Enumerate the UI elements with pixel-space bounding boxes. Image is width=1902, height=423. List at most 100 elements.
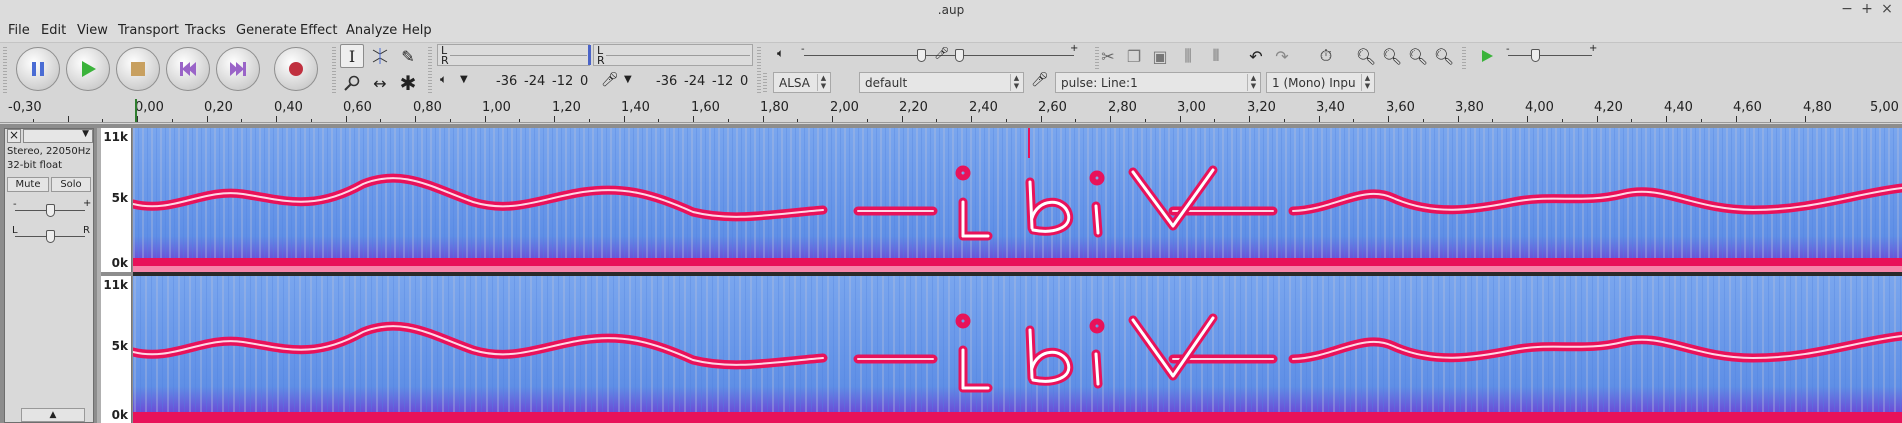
- playback-volume-slider[interactable]: [917, 49, 926, 62]
- play-speed-slider[interactable]: [1531, 49, 1540, 62]
- play-speed-track[interactable]: [1508, 55, 1592, 56]
- stop-button[interactable]: [116, 47, 160, 91]
- play-button[interactable]: [66, 47, 110, 91]
- menu-file[interactable]: File: [8, 23, 30, 38]
- toolbar-grip[interactable]: [763, 73, 767, 93]
- zoom-selection-icon: 🔍︎: [1407, 46, 1429, 66]
- skip-to-start-button[interactable]: [166, 47, 210, 91]
- output-device-value: default: [865, 76, 908, 90]
- input-channels-select[interactable]: 1 (Mono) Inpu ▲ ▼: [1266, 72, 1375, 93]
- envelope-tool[interactable]: [368, 44, 392, 68]
- fit-selection-button[interactable]: 🔍︎: [1406, 44, 1430, 68]
- chevron-down-icon[interactable]: ▼: [624, 74, 632, 85]
- gain-slider[interactable]: [46, 204, 55, 217]
- play-at-speed-button[interactable]: [1475, 44, 1499, 68]
- menu-generate[interactable]: Generate: [236, 23, 297, 38]
- meter-scale-label: 0: [740, 74, 749, 89]
- envelope-icon: [372, 48, 388, 64]
- track-control-panel: × ▼ Stereo, 22050Hz 32-bit float Mute So…: [4, 128, 94, 423]
- solo-button[interactable]: Solo: [51, 177, 91, 192]
- timeshift-tool[interactable]: ↔: [368, 71, 392, 95]
- input-device-select[interactable]: pulse: Line:1 ▲ ▼: [1055, 72, 1261, 93]
- cut-button[interactable]: ✂: [1096, 44, 1120, 68]
- microphone-icon[interactable]: 🎤︎: [601, 72, 619, 88]
- toolbar-grip[interactable]: [3, 47, 7, 93]
- zoom-out-button[interactable]: 🔍︎: [1380, 44, 1404, 68]
- trim-button[interactable]: ⫼: [1176, 44, 1200, 68]
- ruler-tick: [137, 116, 138, 122]
- ruler-tick: [171, 119, 173, 122]
- track-menu-button[interactable]: ▼: [23, 129, 93, 143]
- pan-right-label: R: [83, 225, 90, 236]
- menu-effect[interactable]: Effect: [300, 23, 337, 38]
- track-close-button[interactable]: ×: [7, 129, 21, 143]
- speaker-icon[interactable]: 🔈︎: [440, 72, 447, 87]
- multi-tool[interactable]: ✱: [396, 71, 420, 95]
- meter-scale-label: -36: [496, 74, 518, 89]
- playback-meter[interactable]: L R: [437, 44, 591, 66]
- play-icon: [1482, 50, 1493, 62]
- sync-lock-button[interactable]: ⏱︎: [1314, 44, 1338, 68]
- record-button[interactable]: [274, 47, 318, 91]
- ruler-label: 3,00: [1177, 100, 1206, 115]
- toolbar-grip[interactable]: [428, 47, 432, 93]
- minimize-icon[interactable]: −: [1838, 1, 1856, 17]
- record-icon: [289, 62, 303, 76]
- freq-label-bottom: 0k: [111, 408, 128, 422]
- audio-host-select[interactable]: ALSA ▲ ▼: [773, 72, 831, 93]
- menu-analyze[interactable]: Analyze: [346, 23, 397, 38]
- meter-scale-label: -36: [656, 74, 678, 89]
- input-device-value: pulse: Line:1: [1061, 76, 1138, 90]
- mute-button[interactable]: Mute: [7, 177, 49, 192]
- ruler-label: 4,80: [1803, 100, 1832, 115]
- pencil-icon: ✎: [401, 46, 415, 66]
- ruler-tick: [276, 116, 277, 122]
- toolbar-grip[interactable]: [332, 47, 336, 93]
- ruler-tick: [32, 119, 34, 122]
- pause-button[interactable]: [16, 47, 60, 91]
- undo-button[interactable]: ↶: [1244, 44, 1268, 68]
- spectrogram-channel-2[interactable]: [133, 276, 1902, 423]
- fit-project-button[interactable]: 🔍︎: [1432, 44, 1456, 68]
- menu-help[interactable]: Help: [402, 23, 432, 38]
- recording-volume-slider[interactable]: [955, 49, 964, 62]
- selection-tool[interactable]: I: [340, 44, 364, 68]
- copy-button[interactable]: ❐: [1122, 44, 1146, 68]
- redo-icon: ↷: [1275, 46, 1289, 66]
- ruler-tick: [623, 116, 625, 122]
- frequency-scale-ch2[interactable]: 11k 5k 0k: [101, 276, 132, 423]
- zoom-in-button[interactable]: 🔍︎: [1354, 44, 1378, 68]
- menu-transport[interactable]: Transport: [118, 23, 179, 38]
- menu-tracks[interactable]: Tracks: [185, 23, 226, 38]
- skip-to-end-button[interactable]: [216, 47, 260, 91]
- menu-edit[interactable]: Edit: [41, 23, 66, 38]
- double-arrow-icon: ↔: [373, 73, 387, 93]
- output-device-select[interactable]: default ▲ ▼: [859, 72, 1024, 93]
- slider-max-mark: +: [1070, 43, 1079, 54]
- menu-view[interactable]: View: [77, 23, 108, 38]
- chevron-down-icon[interactable]: ▼: [460, 74, 468, 85]
- ruler-tick: [1561, 119, 1563, 122]
- paste-button[interactable]: ▣: [1148, 44, 1172, 68]
- redo-button[interactable]: ↷: [1270, 44, 1294, 68]
- silence-audio-icon: ⫴: [1212, 46, 1220, 65]
- spectrogram-channel-1[interactable]: [133, 128, 1902, 272]
- close-window-icon[interactable]: ×: [1878, 1, 1896, 17]
- recording-meter[interactable]: L R: [593, 44, 753, 66]
- pan-slider[interactable]: [46, 230, 55, 243]
- asterisk-icon: ✱: [399, 71, 417, 95]
- draw-tool[interactable]: ✎: [396, 44, 420, 68]
- maximize-icon[interactable]: +: [1858, 1, 1876, 17]
- zoom-tool[interactable]: [340, 71, 364, 95]
- toolbar-grip[interactable]: [1462, 47, 1466, 69]
- toolbar-grip[interactable]: [757, 47, 761, 93]
- zoom-out-icon: 🔍︎: [1381, 46, 1403, 66]
- timeline-ruler[interactable]: -0,30 0,00 0,20 0,40 0,60 0,80 1,00 1,20…: [0, 97, 1902, 123]
- ruler-tick: [1005, 119, 1007, 122]
- silence-button[interactable]: ⫴: [1204, 44, 1228, 68]
- collapse-track-button[interactable]: ▲: [21, 408, 85, 422]
- ruler-tick: [1388, 116, 1389, 122]
- frequency-scale-ch1[interactable]: 11k 5k 0k: [101, 128, 132, 272]
- ruler-label: 3,40: [1316, 100, 1345, 115]
- skip-to-start-icon: [180, 62, 196, 76]
